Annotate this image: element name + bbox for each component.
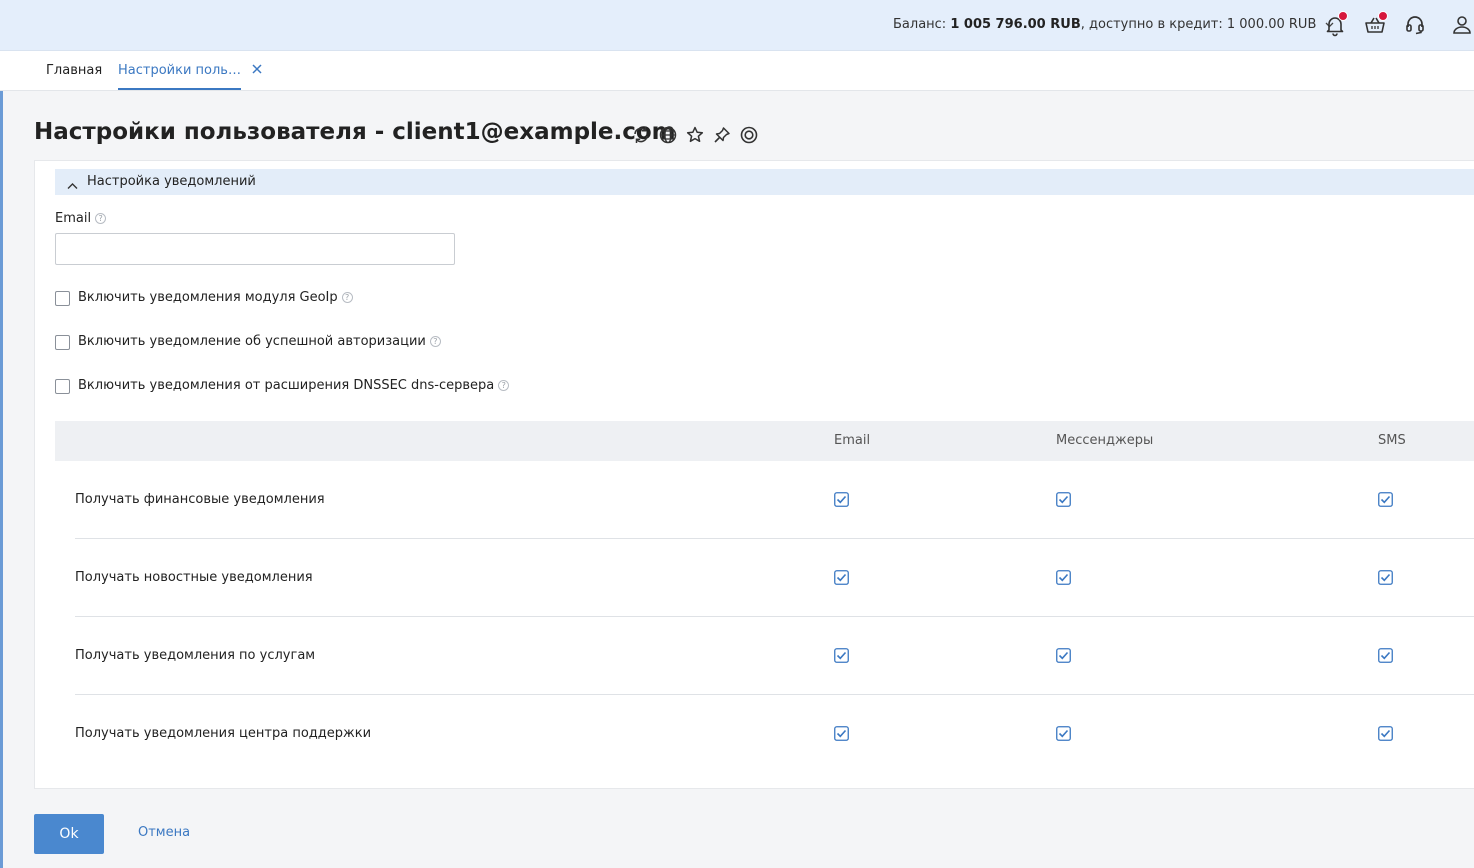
- balance-info[interactable]: Баланс: 1 005 796.00 RUB, доступно в кре…: [893, 17, 1334, 32]
- sms-checkbox[interactable]: [1378, 492, 1393, 507]
- help-icon[interactable]: ?: [341, 292, 353, 303]
- pin-icon[interactable]: [712, 125, 732, 145]
- cancel-button[interactable]: Отмена: [138, 825, 190, 840]
- credit-value: 1 000.00 RUB: [1226, 17, 1317, 32]
- close-icon[interactable]: [252, 62, 262, 78]
- messengers-checkbox[interactable]: [1056, 570, 1071, 585]
- balance-label: Баланс:: [893, 17, 947, 32]
- geoip-notifications-label: Включить уведомления модуля GeoIp?: [78, 290, 353, 305]
- email-checkbox[interactable]: [834, 726, 849, 741]
- column-header-sms: SMS: [1378, 433, 1406, 448]
- star-icon[interactable]: [685, 125, 705, 145]
- tab-user-settings[interactable]: Настройки поль…: [118, 63, 241, 90]
- section-header-notifications[interactable]: Настройка уведомлений: [55, 169, 1474, 195]
- auth-notification-checkbox[interactable]: [55, 335, 70, 350]
- help-icon[interactable]: ?: [498, 380, 510, 391]
- row-label: Получать финансовые уведомления: [75, 492, 325, 507]
- email-checkbox[interactable]: [834, 648, 849, 663]
- help-circle-icon[interactable]: [739, 125, 759, 145]
- chevron-up-icon[interactable]: [67, 175, 78, 194]
- email-checkbox[interactable]: [834, 492, 849, 507]
- left-accent-stripe: [0, 91, 3, 868]
- user-icon[interactable]: [1450, 13, 1474, 37]
- tabs-bar: Главная Настройки поль…: [0, 51, 1474, 91]
- geoip-notifications-checkbox[interactable]: [55, 291, 70, 306]
- ok-button[interactable]: Ok: [34, 814, 104, 854]
- email-field-label: Email?: [55, 211, 107, 226]
- column-header-messengers: Мессенджеры: [1056, 433, 1154, 448]
- column-header-email: Email: [834, 433, 871, 448]
- dnssec-notifications-checkbox[interactable]: [55, 379, 70, 394]
- dnssec-notifications-label: Включить уведомления от расширения DNSSE…: [78, 378, 510, 393]
- basket-icon[interactable]: [1363, 11, 1388, 37]
- section-title: Настройка уведомлений: [87, 174, 256, 189]
- help-icon[interactable]: ?: [95, 213, 107, 224]
- table-row: Получать финансовые уведомления: [75, 461, 1474, 539]
- messengers-checkbox[interactable]: [1056, 492, 1071, 507]
- email-field[interactable]: [55, 233, 455, 265]
- bell-icon[interactable]: [1323, 11, 1348, 37]
- row-label: Получать новостные уведомления: [75, 570, 313, 585]
- help-icon[interactable]: ?: [429, 336, 441, 347]
- top-bar: Баланс: 1 005 796.00 RUB, доступно в кре…: [0, 0, 1474, 51]
- sms-checkbox[interactable]: [1378, 726, 1393, 741]
- table-row: Получать уведомления центра поддержки: [75, 695, 1474, 773]
- auth-notification-label: Включить уведомление об успешной авториз…: [78, 334, 441, 349]
- headset-icon[interactable]: [1403, 13, 1427, 37]
- row-label: Получать уведомления по услугам: [75, 648, 316, 663]
- email-checkbox[interactable]: [834, 570, 849, 585]
- sms-checkbox[interactable]: [1378, 648, 1393, 663]
- globe-icon[interactable]: [658, 125, 678, 145]
- refresh-icon[interactable]: [631, 125, 651, 145]
- table-header: Email Мессенджеры SMS: [55, 421, 1474, 461]
- credit-label: , доступно в кредит:: [1080, 17, 1223, 32]
- messengers-checkbox[interactable]: [1056, 726, 1071, 741]
- balance-value: 1 005 796.00 RUB: [950, 17, 1081, 32]
- table-row: Получать новостные уведомления: [75, 539, 1474, 617]
- page-title: Настройки пользователя - client1@example…: [34, 119, 676, 145]
- messengers-checkbox[interactable]: [1056, 648, 1071, 663]
- tab-home[interactable]: Главная: [46, 63, 102, 78]
- notification-badge: [1338, 11, 1348, 21]
- table-row: Получать уведомления по услугам: [75, 617, 1474, 695]
- cart-badge: [1378, 11, 1388, 21]
- email-label-text: Email: [55, 211, 92, 226]
- row-label: Получать уведомления центра поддержки: [75, 726, 372, 741]
- sms-checkbox[interactable]: [1378, 570, 1393, 585]
